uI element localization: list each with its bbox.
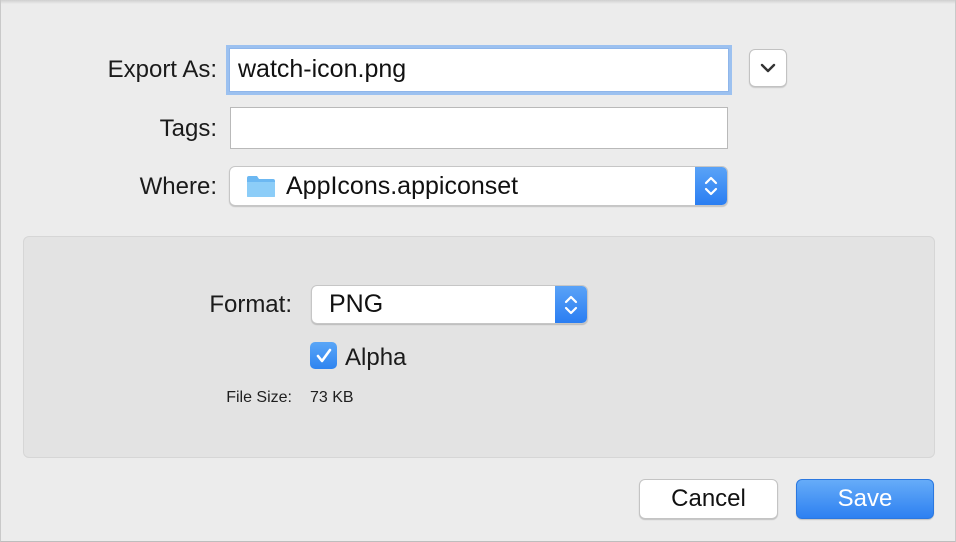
where-label: Where: (139, 173, 217, 200)
alpha-checkbox[interactable] (310, 342, 337, 369)
alpha-label: Alpha (345, 344, 407, 371)
format-popup-stepper (555, 286, 587, 323)
where-popup-stepper (695, 167, 727, 205)
tags-field[interactable] (230, 107, 728, 149)
save-button[interactable]: Save (796, 479, 934, 519)
export-dialog: Export As: watch-icon.png Tags: Where: A… (0, 0, 956, 542)
expand-dialog-button[interactable] (749, 49, 787, 87)
up-down-chevrons-icon (564, 295, 578, 314)
file-size-label: File Size: (226, 389, 292, 406)
export-as-label: Export As: (107, 56, 217, 83)
where-popup-value: AppIcons.appiconset (286, 171, 519, 200)
checkmark-icon (316, 348, 331, 362)
cancel-button[interactable]: Cancel (639, 479, 778, 519)
export-as-field[interactable]: watch-icon.png (229, 48, 729, 92)
format-popup-value: PNG (329, 290, 384, 318)
tags-label: Tags: (159, 115, 217, 142)
chevron-down-icon (760, 63, 776, 73)
format-popup[interactable]: PNG (311, 285, 588, 324)
folder-icon (246, 174, 276, 198)
where-popup[interactable]: AppIcons.appiconset (229, 166, 728, 206)
format-label: Format: (209, 291, 292, 318)
up-down-chevrons-icon (704, 176, 718, 196)
sheet-top-shadow (1, 0, 955, 4)
format-options-panel (23, 236, 935, 458)
file-size-value: 73 KB (310, 389, 354, 406)
